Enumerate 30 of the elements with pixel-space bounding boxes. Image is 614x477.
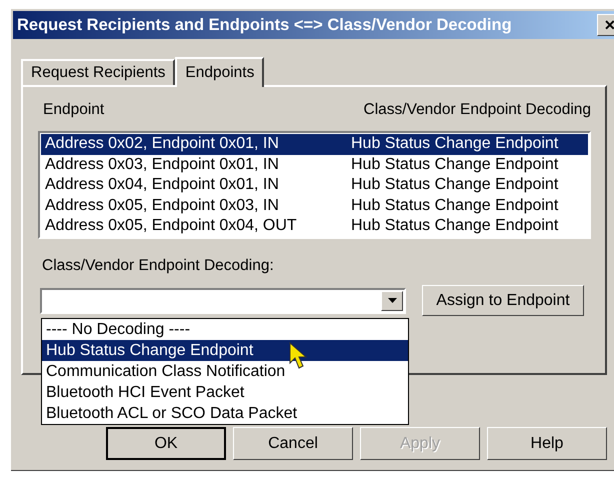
- decoding-label: Class/Vendor Endpoint Decoding:: [41, 256, 275, 276]
- dialog-button[interactable]: OK: [106, 427, 226, 460]
- cursor-icon: [289, 342, 307, 370]
- dialog-button[interactable]: Cancel: [233, 427, 353, 460]
- endpoint-text: Address 0x05, Endpoint 0x03, IN: [44, 196, 280, 215]
- tab[interactable]: Request Recipients: [21, 59, 176, 85]
- dialog-button[interactable]: Help: [487, 427, 607, 460]
- decoding-text: Hub Status Change Endpoint: [351, 196, 558, 215]
- endpoint-text: Address 0x02, Endpoint 0x01, IN: [44, 135, 280, 154]
- list-row[interactable]: Address 0x02, Endpoint 0x01, IN Hub Status Change Endpoint: [41, 134, 588, 154]
- column-header: Class/Vendor Endpoint Decoding: [364, 101, 591, 120]
- list-row[interactable]: Address 0x05, Endpoint 0x04, OUT Hub Status Change Endpoint: [41, 216, 588, 236]
- dropdown-option[interactable]: Hub Status Change Endpoint: [42, 340, 408, 361]
- decoding-combo[interactable]: [40, 288, 406, 314]
- decoding-text: Hub Status Change Endpoint: [351, 135, 558, 154]
- decoding-text: Hub Status Change Endpoint: [351, 156, 558, 174]
- assign-button[interactable]: Assign to Endpoint: [422, 285, 584, 316]
- tab[interactable]: Endpoints: [175, 57, 264, 87]
- decoding-text: Hub Status Change Endpoint: [351, 176, 558, 194]
- list-row[interactable]: Address 0x04, Endpoint 0x01, IN Hub Status Change Endpoint: [41, 175, 588, 196]
- endpoint-text: Address 0x03, Endpoint 0x01, IN: [44, 156, 280, 174]
- list-row[interactable]: Address 0x05, Endpoint 0x03, IN Hub Status Change Endpoint: [41, 196, 588, 216]
- column-header: Endpoint: [43, 101, 104, 120]
- endpoint-text: Address 0x05, Endpoint 0x04, OUT: [44, 217, 298, 236]
- caret-icon: [388, 298, 396, 303]
- window-title: Request Recipients and Endpoints <=> Class/Vendor Decoding: [17, 16, 512, 34]
- endpoint-text: Address 0x04, Endpoint 0x01, IN: [44, 176, 280, 194]
- decoding-text: Hub Status Change Endpoint: [351, 217, 558, 236]
- list-row[interactable]: Address 0x03, Endpoint 0x01, IN Hub Status Change Endpoint: [41, 154, 588, 175]
- dropdown-button[interactable]: [381, 290, 403, 310]
